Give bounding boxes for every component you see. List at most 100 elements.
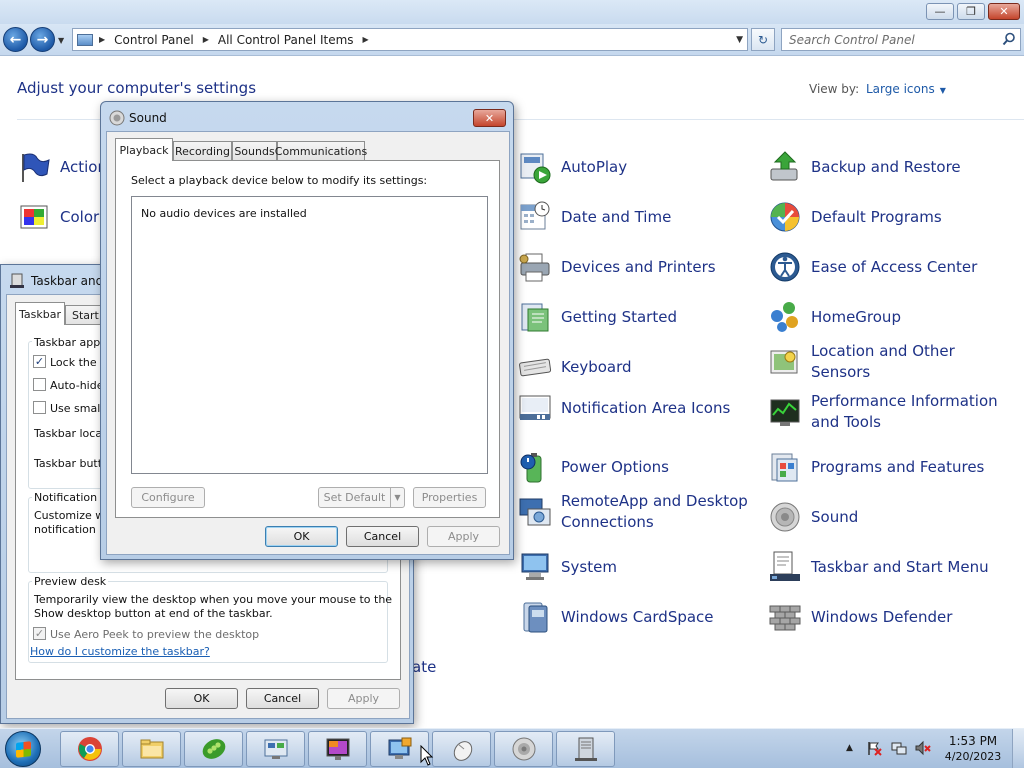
ok-button[interactable]: OK [165, 688, 238, 709]
backup-icon [770, 151, 798, 181]
taskbar-app-peas-app[interactable] [184, 731, 243, 767]
search-icon[interactable] [1002, 32, 1016, 46]
tab-start-menu[interactable]: Start [65, 305, 105, 325]
address-bar[interactable]: ▶ Control Panel ▶ All Control Panel Item… [72, 28, 748, 51]
minimize-button[interactable]: — [926, 3, 954, 20]
cp-item-autoplay[interactable]: AutoPlay [518, 150, 753, 184]
cp-item-performance-information-and-tools[interactable]: Performance Information and Tools [768, 391, 1003, 433]
taskbar-app-control-panel[interactable] [246, 731, 305, 767]
breadcrumb-chevron-icon[interactable]: ▶ [363, 35, 369, 44]
cp-item-label: Backup and Restore [811, 157, 961, 176]
clock-date[interactable]: 4/20/2023 [940, 750, 1006, 763]
small-icons-checkbox[interactable] [33, 401, 46, 414]
recent-pages-dropdown[interactable]: ▼ [58, 36, 64, 45]
view-by-label: View by: [809, 82, 860, 96]
cp-item-default-programs[interactable]: Default Programs [768, 200, 1003, 234]
remote-desktop-icon [519, 498, 551, 526]
set-default-button[interactable]: Set Default [318, 487, 391, 508]
address-dropdown-icon[interactable]: ▼ [736, 35, 743, 45]
tab-communications[interactable]: Communications [275, 141, 367, 161]
close-window-button[interactable]: ✕ [988, 3, 1020, 20]
forward-button[interactable]: → [30, 27, 55, 52]
tab-sounds[interactable]: Sounds [232, 141, 277, 161]
breadcrumb-control-panel[interactable]: Control Panel [114, 33, 194, 47]
cp-item-notification-area-icons[interactable]: Notification Area Icons [518, 391, 753, 425]
configure-button[interactable]: Configure [131, 487, 205, 508]
taskbar-icon [770, 551, 800, 581]
cp-item-date-and-time[interactable]: Date and Time [518, 200, 753, 234]
battery-icon [520, 453, 542, 483]
cardspace-icon [523, 602, 548, 633]
breadcrumb-chevron-icon[interactable]: ▶ [99, 35, 105, 44]
help-customize-taskbar-link[interactable]: How do I customize the taskbar? [30, 645, 210, 658]
maximize-button[interactable]: ❐ [957, 3, 985, 20]
breadcrumb-all-items[interactable]: All Control Panel Items [218, 33, 354, 47]
taskbar-app-mouse[interactable] [432, 731, 491, 767]
cp-item-homegroup[interactable]: HomeGroup [768, 300, 1003, 334]
cp-item-backup-and-restore[interactable]: Backup and Restore [768, 150, 1003, 184]
cp-item-label: Windows CardSpace [561, 607, 714, 626]
apply-button[interactable]: Apply [427, 526, 500, 547]
tab-recording[interactable]: Recording [173, 141, 232, 161]
cp-item-label: Performance Information and Tools [811, 392, 998, 431]
cp-item-power-options[interactable]: Power Options [518, 450, 753, 484]
no-devices-message: No audio devices are installed [141, 207, 307, 220]
cp-item-windows-defender[interactable]: Windows Defender [768, 600, 1003, 634]
cancel-button[interactable]: Cancel [246, 688, 319, 709]
refresh-button[interactable]: ↻ [751, 28, 775, 51]
cp-item-remoteapp-and-desktop-connections[interactable]: RemoteApp and Desktop Connections [518, 491, 753, 533]
close-dialog-button[interactable]: ✕ [473, 109, 506, 127]
lock-taskbar-checkbox[interactable]: ✓ [33, 355, 46, 368]
location-sensor-icon [770, 350, 798, 374]
search-box[interactable] [781, 28, 1021, 51]
dropdown-arrow-icon: ▼ [939, 86, 946, 95]
cp-item-keyboard[interactable]: Keyboard [518, 350, 753, 384]
cp-item-partial-label[interactable]: ate [412, 658, 436, 676]
cp-item-label: Date and Time [561, 207, 672, 226]
taskbar-app-file-explorer[interactable] [122, 731, 181, 767]
tab-playback[interactable]: Playback [115, 138, 173, 161]
cp-item-sound[interactable]: Sound [768, 500, 1003, 534]
cp-item-location-and-other-sensors[interactable]: Location and Other Sensors [768, 341, 1003, 383]
back-button[interactable]: ← [3, 27, 28, 52]
start-button[interactable] [5, 731, 41, 767]
cp-item-label: Getting Started [561, 307, 677, 326]
search-input[interactable] [782, 32, 992, 47]
set-default-dropdown-icon[interactable]: ▼ [390, 487, 405, 508]
taskbar-app-speaker[interactable] [494, 731, 553, 767]
cp-item-label: Default Programs [811, 207, 942, 226]
network-icon[interactable] [891, 740, 907, 756]
taskbar-app-server[interactable] [556, 731, 615, 767]
cp-item-label: System [561, 557, 617, 576]
aero-peek-checkbox[interactable]: ✓ [33, 627, 46, 640]
taskbar-app-chrome[interactable] [60, 731, 119, 767]
cp-item-devices-and-printers[interactable]: Devices and Printers [518, 250, 753, 284]
ok-button[interactable]: OK [265, 526, 338, 547]
cp-item-system[interactable]: System [518, 550, 753, 584]
playback-device-list[interactable]: No audio devices are installed [131, 196, 488, 474]
action-center-flag-icon [22, 153, 50, 182]
getting-started-icon [521, 303, 549, 332]
cp-item-programs-and-features[interactable]: Programs and Features [768, 450, 1003, 484]
sound-dialog: Sound ✕ Playback Recording Sounds Commun… [100, 101, 514, 560]
clock-time[interactable]: 1:53 PM [940, 734, 1006, 748]
properties-button[interactable]: Properties [413, 487, 486, 508]
programs-icon [771, 453, 798, 482]
cancel-button[interactable]: Cancel [346, 526, 419, 547]
cp-item-label: Notification Area Icons [561, 398, 731, 417]
action-center-flag-icon[interactable] [866, 740, 882, 756]
breadcrumb-chevron-icon[interactable]: ▶ [203, 35, 209, 44]
cp-item-ease-of-access-center[interactable]: Ease of Access Center [768, 250, 1003, 284]
cp-item-taskbar-and-start-menu[interactable]: Taskbar and Start Menu [768, 550, 1003, 584]
volume-muted-icon[interactable] [915, 740, 931, 756]
tab-taskbar[interactable]: Taskbar [15, 302, 65, 325]
view-by-dropdown[interactable]: Large icons ▼ [866, 82, 946, 96]
show-hidden-icons-button[interactable]: ▲ [846, 743, 853, 753]
cp-item-getting-started[interactable]: Getting Started [518, 300, 753, 334]
show-desktop-button[interactable] [1012, 729, 1024, 768]
apply-button[interactable]: Apply [327, 688, 400, 709]
taskbar-app-monitor[interactable] [308, 731, 367, 767]
cp-item-windows-cardspace[interactable]: Windows CardSpace [518, 600, 753, 634]
appearance-heading: Taskbar appe [32, 336, 109, 349]
auto-hide-checkbox[interactable] [33, 378, 46, 391]
